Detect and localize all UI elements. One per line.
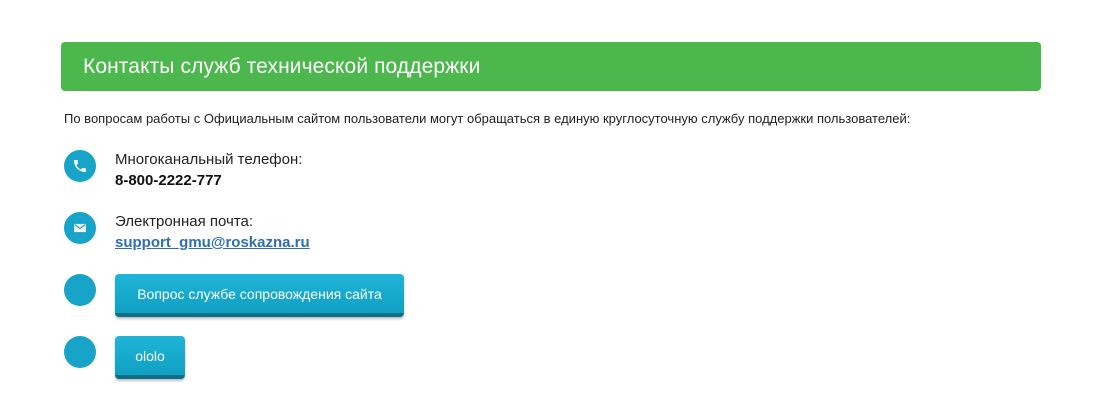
email-link[interactable]: support_gmu@roskazna.ru bbox=[115, 234, 310, 251]
circle-icon bbox=[64, 336, 96, 368]
support-question-button[interactable]: Вопрос службе сопровождения сайта bbox=[115, 274, 404, 317]
phone-label: Многоканальный телефон: bbox=[115, 151, 303, 168]
ololo-button[interactable]: ololo bbox=[115, 336, 185, 379]
support-button-row: Вопрос службе сопровождения сайта bbox=[64, 274, 404, 317]
phone-number: 8-800-2222-777 bbox=[115, 172, 222, 189]
circle-icon bbox=[64, 274, 96, 306]
phone-contact-row: Многоканальный телефон: 8-800-2222-777 bbox=[64, 150, 302, 192]
email-contact-row: Электронная почта: support_gmu@roskazna.… bbox=[64, 212, 310, 254]
ololo-button-row: ololo bbox=[64, 336, 185, 379]
section-header: Контакты служб технической поддержки bbox=[61, 42, 1041, 91]
email-info: Электронная почта: support_gmu@roskazna.… bbox=[115, 212, 310, 254]
phone-info: Многоканальный телефон: 8-800-2222-777 bbox=[115, 150, 302, 192]
phone-icon bbox=[64, 150, 96, 182]
mail-icon bbox=[64, 212, 96, 244]
support-contacts-page: Контакты служб технической поддержки По … bbox=[0, 0, 1096, 413]
intro-text: По вопросам работы с Официальным сайтом … bbox=[64, 111, 911, 126]
email-label: Электронная почта: bbox=[115, 213, 254, 230]
page-title: Контакты служб технической поддержки bbox=[83, 54, 481, 78]
